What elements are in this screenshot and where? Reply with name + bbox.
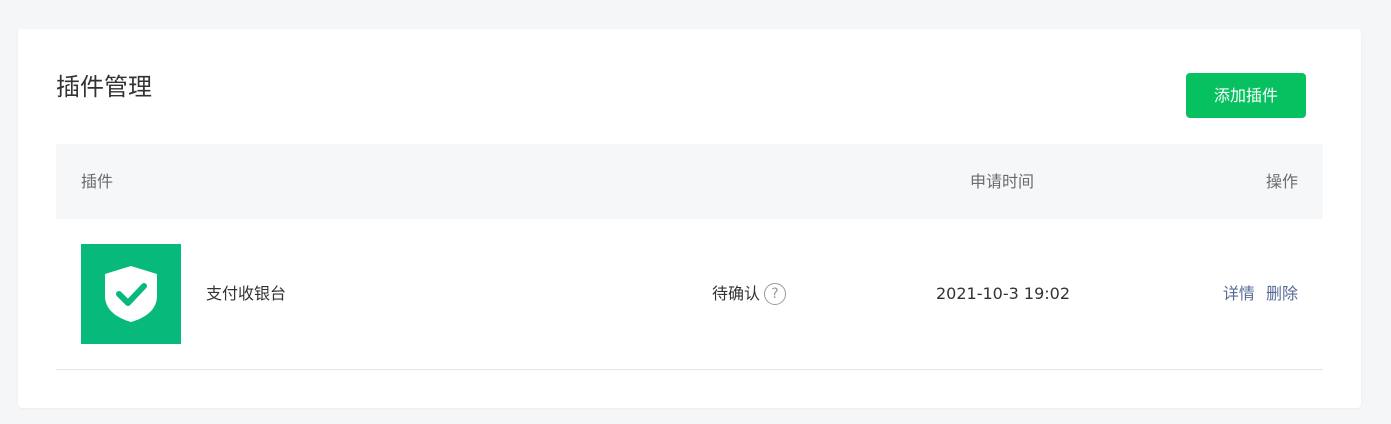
- page-title: 插件管理: [56, 73, 152, 101]
- column-header-actions: 操作: [1265, 172, 1298, 191]
- apply-time: 2021-10-3 19:02: [936, 284, 1070, 303]
- plugin-name: 支付收银台: [206, 284, 287, 303]
- table-row: 支付收银台 待确认 ? 2021-10-3 19:02 详情 删除: [56, 219, 1323, 370]
- table-header: 插件 申请时间 操作: [56, 144, 1323, 219]
- row-actions: 详情 删除: [1223, 219, 1298, 369]
- delete-link[interactable]: 删除: [1266, 284, 1298, 303]
- plugin-status: 待确认 ?: [712, 219, 787, 369]
- question-mark-icon[interactable]: ?: [764, 283, 787, 305]
- column-header-plugin: 插件: [81, 172, 114, 191]
- shield-check-icon: [105, 266, 157, 322]
- plugin-logo: [81, 244, 181, 344]
- status-text: 待确认: [712, 284, 761, 303]
- detail-link[interactable]: 详情: [1223, 284, 1255, 303]
- column-header-apply-time: 申请时间: [970, 172, 1035, 191]
- plugin-management-card: 插件管理 添加插件 插件 申请时间 操作 支付收银台 待确认 ? 2021-10…: [18, 29, 1361, 408]
- add-plugin-button[interactable]: 添加插件: [1186, 73, 1306, 118]
